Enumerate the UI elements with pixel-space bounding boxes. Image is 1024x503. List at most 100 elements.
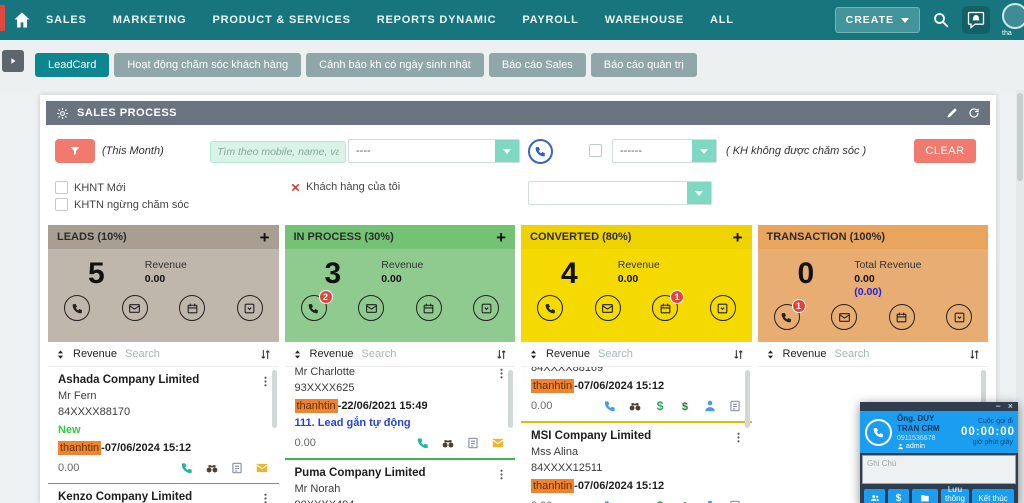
clear-button[interactable]: CLEAR bbox=[914, 139, 976, 163]
calendar-icon[interactable]: 1 bbox=[652, 290, 684, 321]
card-company[interactable]: Kenzo Company Limited bbox=[58, 491, 269, 503]
inbox-icon[interactable] bbox=[946, 304, 972, 330]
tab-birthday-alert[interactable]: Cảnh báo kh có ngày sinh nhật bbox=[306, 53, 484, 77]
phone-icon[interactable]: 1 bbox=[773, 299, 806, 330]
sort-field-label[interactable]: Revenue bbox=[310, 348, 354, 360]
menu-item-reports-dynamic[interactable]: REPORTS DYNAMIC bbox=[377, 14, 497, 26]
search-icon[interactable] bbox=[932, 11, 950, 29]
add-lead-button[interactable]: + bbox=[260, 229, 270, 246]
binoculars-icon[interactable] bbox=[441, 436, 455, 450]
tab-leadcard[interactable]: LeadCard bbox=[35, 53, 110, 77]
binoculars-icon[interactable] bbox=[628, 499, 642, 503]
phone-teal-icon[interactable] bbox=[180, 461, 194, 475]
uncared-checkbox[interactable] bbox=[589, 144, 602, 157]
phone-icon[interactable] bbox=[537, 295, 563, 321]
phone-blue-icon[interactable] bbox=[603, 399, 617, 413]
kebab-menu-icon[interactable] bbox=[495, 468, 508, 481]
list-scrollbar[interactable] bbox=[508, 370, 513, 428]
kebab-menu-icon[interactable] bbox=[495, 367, 508, 380]
chevron-down-icon[interactable] bbox=[692, 140, 716, 162]
sort-direction-icon[interactable] bbox=[732, 348, 745, 361]
binoculars-icon[interactable] bbox=[205, 461, 219, 475]
sort-field-dropdown-icon[interactable] bbox=[528, 349, 539, 360]
dollar-icon[interactable]: $ bbox=[653, 399, 667, 413]
refresh-icon[interactable] bbox=[968, 107, 980, 119]
sort-field-dropdown-icon[interactable] bbox=[55, 349, 66, 360]
binoculars-icon[interactable] bbox=[628, 399, 642, 413]
close-icon[interactable]: × bbox=[1008, 402, 1013, 411]
end-call-button[interactable]: Kết thúc bbox=[972, 489, 1014, 503]
phone-icon[interactable] bbox=[64, 295, 90, 321]
filter-select-3[interactable] bbox=[528, 181, 712, 205]
mail-icon[interactable] bbox=[358, 295, 384, 321]
note-icon[interactable] bbox=[728, 499, 742, 503]
sort-field-dropdown-icon[interactable] bbox=[765, 349, 776, 360]
save-info-button[interactable]: Lưu thông tin bbox=[941, 485, 969, 503]
scrollbar-thumb[interactable] bbox=[1017, 93, 1023, 181]
phone-icon[interactable]: 2 bbox=[300, 290, 333, 321]
minimize-icon[interactable]: − bbox=[995, 402, 1000, 411]
add-lead-button[interactable]: + bbox=[733, 229, 743, 246]
person-icon[interactable] bbox=[703, 499, 717, 503]
payment-button[interactable]: $ bbox=[888, 489, 909, 503]
column-search-input[interactable] bbox=[125, 348, 259, 360]
dollar2-icon[interactable]: $ bbox=[678, 499, 692, 503]
person-icon[interactable] bbox=[703, 399, 717, 413]
notifications-button[interactable] bbox=[962, 6, 990, 34]
phone-blue-icon[interactable] bbox=[603, 499, 617, 503]
add-lead-button[interactable]: + bbox=[496, 229, 506, 246]
tab-sales-report[interactable]: Báo cáo Sales bbox=[488, 53, 586, 77]
lead-card[interactable]: 84XXXX88169 thanhtin -07/06/2024 15:12 0.… bbox=[521, 367, 752, 423]
inbox-icon[interactable] bbox=[236, 295, 263, 321]
menu-item-product-services[interactable]: PRODUCT & SERVICES bbox=[213, 14, 351, 26]
menu-item-sales[interactable]: SALES bbox=[46, 14, 87, 26]
menu-item-all[interactable]: ALL bbox=[710, 14, 734, 26]
lead-card[interactable]: Puma Company Limited Mr Norah 90XXXX494 bbox=[285, 460, 516, 503]
kebab-menu-icon[interactable] bbox=[732, 431, 745, 444]
dial-phone-button[interactable] bbox=[528, 139, 553, 164]
column-search-input[interactable] bbox=[598, 348, 732, 360]
dollar2-icon[interactable]: $ bbox=[678, 399, 692, 413]
mail-yellow-icon[interactable] bbox=[491, 436, 505, 450]
calendar-icon[interactable] bbox=[888, 304, 915, 330]
folder-button[interactable] bbox=[912, 489, 938, 503]
sidebar-expand-button[interactable] bbox=[2, 50, 24, 72]
column-search-input[interactable] bbox=[834, 348, 968, 360]
lead-card[interactable]: Ashada Company Limited Mr Fern 84XXXX881… bbox=[48, 367, 279, 484]
lead-card[interactable]: MSI Company Limited Mss Alina 84XXXX1251… bbox=[521, 423, 752, 503]
sort-direction-icon[interactable] bbox=[495, 348, 508, 361]
card-company[interactable]: Ashada Company Limited bbox=[58, 374, 269, 386]
card-note[interactable]: 111. Lead gắn tự động bbox=[295, 417, 506, 429]
create-button[interactable]: CREATE bbox=[834, 7, 920, 33]
khtn-stop-care-checkbox[interactable] bbox=[55, 198, 68, 211]
mail-icon[interactable] bbox=[594, 295, 621, 321]
inbox-icon[interactable] bbox=[709, 295, 736, 321]
inbox-icon[interactable] bbox=[473, 295, 499, 321]
calendar-icon[interactable] bbox=[179, 295, 205, 321]
user-menu[interactable]: tha bbox=[1002, 3, 1024, 37]
edit-pencil-icon[interactable] bbox=[946, 107, 958, 119]
kebab-menu-icon[interactable] bbox=[259, 375, 272, 388]
menu-item-marketing[interactable]: MARKETING bbox=[113, 14, 187, 26]
filter-funnel-button[interactable] bbox=[55, 139, 95, 163]
chevron-down-icon[interactable] bbox=[495, 140, 519, 162]
sort-field-label[interactable]: Revenue bbox=[546, 348, 590, 360]
note-icon[interactable] bbox=[466, 436, 480, 450]
avatar[interactable] bbox=[1002, 3, 1024, 29]
column-search-input[interactable] bbox=[361, 348, 495, 360]
mail-yellow-icon[interactable] bbox=[255, 461, 269, 475]
contacts-button[interactable] bbox=[864, 489, 885, 503]
chevron-down-icon[interactable] bbox=[687, 182, 711, 204]
sort-direction-icon[interactable] bbox=[259, 348, 272, 361]
lead-card[interactable]: Mr Charlotte 93XXXX625 thanhtin -22/06/20… bbox=[284, 367, 515, 460]
kebab-menu-icon[interactable] bbox=[259, 492, 272, 503]
lead-card[interactable]: Kenzo Company Limited Mss Mabel bbox=[48, 484, 279, 503]
tab-customer-care[interactable]: Hoạt động chăm sóc khách hàng bbox=[114, 53, 302, 77]
quick-search-input[interactable] bbox=[210, 141, 346, 163]
card-company[interactable]: MSI Company Limited bbox=[531, 430, 742, 442]
filter-select-1[interactable]: ---- bbox=[348, 139, 520, 163]
mail-icon[interactable] bbox=[831, 304, 857, 330]
card-company[interactable]: Puma Company Limited bbox=[295, 467, 506, 479]
menu-item-warehouse[interactable]: WAREHOUSE bbox=[605, 14, 684, 26]
gear-icon[interactable] bbox=[56, 107, 69, 120]
